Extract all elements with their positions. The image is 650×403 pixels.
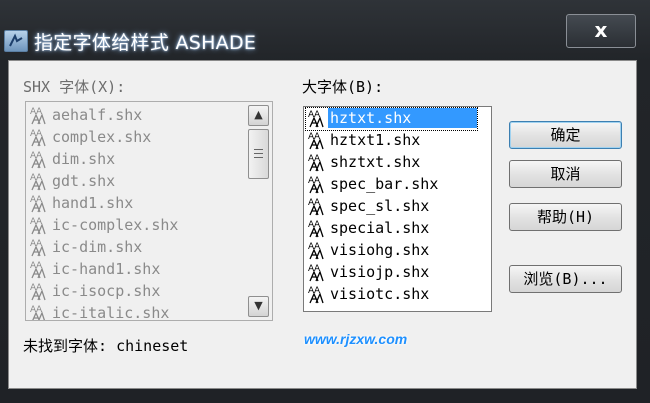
big-font-list-item[interactable]: A Avisiotc.shx bbox=[306, 284, 431, 306]
big-font-item-label: shztxt.shx bbox=[330, 153, 421, 171]
shx-font-list-item[interactable]: A Agdt.shx bbox=[28, 171, 117, 193]
shx-font-list[interactable]: A Aaehalf.shx A Acomplex.shx A Adim.shx A Agdt.… bbox=[25, 101, 273, 321]
shx-font-list-item[interactable]: A Acomplex.shx bbox=[28, 127, 153, 149]
font-file-icon: AA bbox=[28, 105, 50, 125]
shx-font-item-label: ic-hand1.shx bbox=[52, 260, 161, 278]
window-title: 指定字体给样式 ASHADE bbox=[34, 32, 257, 54]
ok-button[interactable]: 确定 bbox=[509, 121, 622, 149]
close-icon: x bbox=[594, 18, 608, 42]
big-font-list-item[interactable]: A Aspec_bar.shx bbox=[306, 174, 440, 196]
missing-font-name: chineset bbox=[116, 337, 189, 355]
font-file-icon: AA bbox=[28, 127, 50, 147]
missing-font-label: 未找到字体: bbox=[23, 337, 108, 355]
big-font-list-item[interactable]: A Ahztxt.shx bbox=[305, 107, 478, 131]
shx-font-label: SHX 字体(X): bbox=[23, 78, 126, 96]
font-file-icon: AA bbox=[306, 108, 328, 128]
shx-font-list-item[interactable]: A Adim.shx bbox=[28, 149, 117, 171]
shx-font-list-item[interactable]: A Aic-complex.shx bbox=[28, 215, 180, 237]
shx-font-item-label: ic-isocp.shx bbox=[52, 282, 161, 300]
font-file-icon: AA bbox=[28, 215, 50, 235]
missing-font-status: 未找到字体: chineset bbox=[23, 335, 188, 356]
big-font-item-label: visiojp.shx bbox=[330, 263, 430, 281]
font-file-icon: AA bbox=[306, 284, 328, 304]
dialog-body: SHX 字体(X): 大字体(B): A Aaehalf.shx A Acomplex… bbox=[8, 60, 637, 389]
shx-font-list-item[interactable]: A Aaehalf.shx bbox=[28, 105, 144, 127]
shx-font-item-label: ic-italic.shx bbox=[52, 304, 170, 321]
font-file-icon: AA bbox=[306, 152, 328, 172]
font-file-icon: AA bbox=[306, 262, 328, 282]
font-file-icon: AA bbox=[306, 174, 328, 194]
font-file-icon: AA bbox=[28, 237, 50, 257]
big-font-item-label: spec_bar.shx bbox=[330, 175, 439, 193]
site-watermark: www.rjzxw.com bbox=[304, 331, 408, 347]
shx-font-item-label: hand1.shx bbox=[52, 194, 134, 212]
big-font-item-label: spec_sl.shx bbox=[330, 197, 430, 215]
big-font-list-item[interactable]: A Avisiojp.shx bbox=[306, 262, 431, 284]
shx-font-item-label: ic-complex.shx bbox=[52, 216, 179, 234]
scroll-thumb[interactable] bbox=[248, 129, 269, 179]
scroll-down-button[interactable]: ▼ bbox=[248, 296, 269, 317]
big-font-list-item[interactable]: A Avisiohg.shx bbox=[306, 240, 431, 262]
big-font-item-label: hztxt.shx bbox=[328, 108, 477, 128]
chevron-up-icon: ▲ bbox=[254, 108, 263, 121]
shx-font-item-label: aehalf.shx bbox=[52, 106, 143, 124]
shx-font-list-item[interactable]: A Ahand1.shx bbox=[28, 193, 135, 215]
title-bar[interactable]: 指定字体给样式 ASHADE x bbox=[0, 0, 650, 54]
cancel-button[interactable]: 取消 bbox=[509, 160, 622, 188]
big-font-item-label: special.shx bbox=[330, 219, 430, 237]
scroll-up-button[interactable]: ▲ bbox=[248, 105, 269, 126]
big-font-list-item[interactable]: A Aspec_sl.shx bbox=[306, 196, 431, 218]
browse-button[interactable]: 浏览(B)... bbox=[509, 265, 622, 293]
dialog-window: 指定字体给样式 ASHADE x SHX 字体(X): 大字体(B): A Aae… bbox=[0, 0, 650, 403]
font-file-icon: AA bbox=[306, 218, 328, 238]
font-file-icon: AA bbox=[306, 240, 328, 260]
shx-font-list-item[interactable]: A Aic-dim.shx bbox=[28, 237, 144, 259]
big-font-list[interactable]: A Ahztxt.shx A Ahztxt1.shx A Ashztxt.shx A Aspe… bbox=[303, 106, 492, 312]
big-font-item-label: visiotc.shx bbox=[330, 285, 430, 303]
big-font-item-label: visiohg.shx bbox=[330, 241, 430, 259]
shx-font-list-item[interactable]: A Aic-italic.shx bbox=[28, 303, 171, 321]
shx-font-item-label: gdt.shx bbox=[52, 172, 116, 190]
shx-font-item-label: dim.shx bbox=[52, 150, 116, 168]
autocad-app-icon[interactable] bbox=[4, 30, 28, 52]
big-font-list-item[interactable]: A Ahztxt1.shx bbox=[306, 130, 422, 152]
font-file-icon: AA bbox=[28, 149, 50, 169]
big-font-list-item[interactable]: A Ashztxt.shx bbox=[306, 152, 422, 174]
font-file-icon: AA bbox=[306, 196, 328, 216]
big-font-item-label: hztxt1.shx bbox=[330, 131, 421, 149]
font-file-icon: AA bbox=[28, 259, 50, 279]
shx-font-list-item[interactable]: A Aic-isocp.shx bbox=[28, 281, 162, 303]
font-file-icon: AA bbox=[28, 193, 50, 213]
big-font-label: 大字体(B): bbox=[302, 78, 384, 96]
shx-font-list-item[interactable]: A Aic-hand1.shx bbox=[28, 259, 162, 281]
font-file-icon: AA bbox=[28, 281, 50, 301]
font-file-icon: AA bbox=[306, 130, 328, 150]
chevron-down-icon: ▼ bbox=[254, 299, 263, 312]
big-font-list-item[interactable]: A Aspecial.shx bbox=[306, 218, 431, 240]
font-file-icon: AA bbox=[28, 303, 50, 320]
close-button[interactable]: x bbox=[566, 14, 636, 48]
shx-font-item-label: complex.shx bbox=[52, 128, 152, 146]
shx-list-scrollbar[interactable]: ▲ ▼ bbox=[247, 103, 271, 319]
font-file-icon: AA bbox=[28, 171, 50, 191]
shx-font-item-label: ic-dim.shx bbox=[52, 238, 143, 256]
help-button[interactable]: 帮助(H) bbox=[509, 203, 622, 231]
